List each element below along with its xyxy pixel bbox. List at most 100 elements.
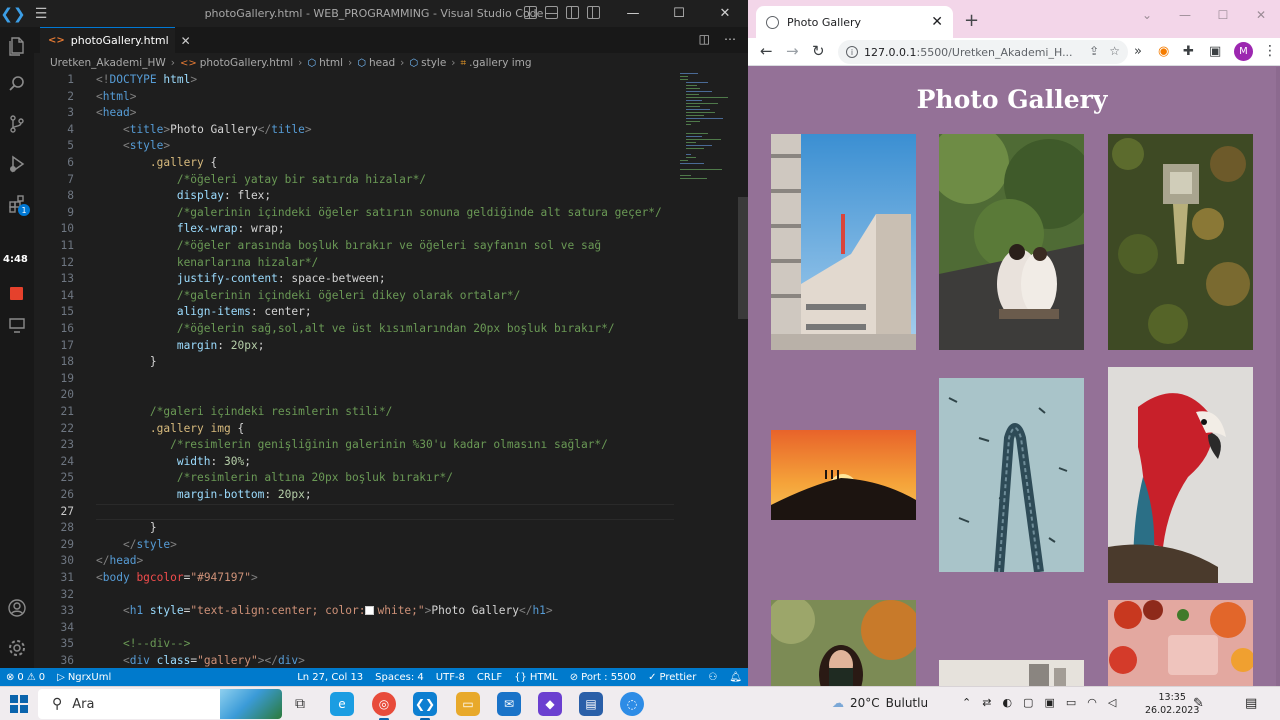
code-line[interactable]: 26 margin-bottom: 20px; bbox=[34, 487, 674, 504]
extensions-chevron-icon[interactable]: » bbox=[1134, 44, 1142, 59]
extensions-icon[interactable]: 1 bbox=[0, 189, 34, 219]
toggle-secondary-sidebar-icon[interactable] bbox=[566, 6, 579, 19]
vscode-taskbar-icon[interactable]: ❮❯ bbox=[413, 692, 437, 720]
close-window-button[interactable]: ✕ bbox=[702, 0, 748, 27]
code-line[interactable]: 28 } bbox=[34, 520, 674, 537]
browser-menu-kebab-icon[interactable]: ⋮ bbox=[1263, 43, 1277, 59]
remote-explorer-icon[interactable] bbox=[0, 310, 34, 340]
prettier-status[interactable]: ✓ Prettier bbox=[642, 672, 702, 683]
code-line[interactable]: 21 /*galeri içindeki resimlerin stili*/ bbox=[34, 404, 674, 421]
code-line[interactable]: 12 kenarlarına hizalar*/ bbox=[34, 255, 674, 272]
notifications-bell-icon[interactable]: 🔔︎ bbox=[723, 672, 748, 683]
mail-icon[interactable]: ✉ bbox=[497, 692, 521, 716]
toggle-sidebar-icon[interactable] bbox=[524, 6, 537, 19]
file-explorer-icon[interactable]: ▭ bbox=[456, 692, 480, 716]
share-icon[interactable]: ⇪ bbox=[1089, 44, 1099, 58]
minimize-button[interactable]: — bbox=[610, 0, 656, 27]
code-line[interactable]: 1 <!DOCTYPE html> bbox=[34, 73, 674, 89]
accounts-icon[interactable] bbox=[0, 593, 34, 623]
weather-widget[interactable]: ☁ 20°C Bulutlu bbox=[832, 696, 928, 710]
bookmark-star-icon[interactable]: ☆ bbox=[1109, 44, 1120, 58]
address-bar[interactable]: i 127.0.0.1:5500/Uretken_Akademi_H... ⇪ … bbox=[838, 40, 1128, 64]
code-line[interactable]: 17 margin: 20px; bbox=[34, 338, 674, 355]
breadcrumb-selector[interactable]: .gallery img bbox=[469, 57, 531, 69]
breadcrumb-file[interactable]: photoGallery.html bbox=[200, 57, 293, 69]
code-line[interactable]: 24 width: 30%; bbox=[34, 454, 674, 471]
code-line[interactable]: 33 <h1 style="text-align:center; color: w… bbox=[34, 603, 674, 620]
tab-photogallery-html[interactable]: <> photoGallery.html ✕ bbox=[40, 27, 191, 53]
breadcrumb-folder[interactable]: Uretken_Akademi_HW bbox=[50, 57, 166, 69]
cursor-position[interactable]: Ln 27, Col 13 bbox=[291, 672, 369, 683]
windows-start-icon[interactable] bbox=[10, 695, 28, 713]
code-line[interactable]: 7 /*öğeleri yatay bir satırda hizalar*/ bbox=[34, 172, 674, 189]
battery-icon[interactable]: ▭ bbox=[1066, 696, 1076, 709]
code-line[interactable]: 11 /*öğeler arasında boşluk bırakır ve ö… bbox=[34, 238, 674, 255]
code-line[interactable]: 20 bbox=[34, 387, 674, 404]
editor-scrollbar[interactable] bbox=[738, 73, 748, 668]
settings-gear-icon[interactable] bbox=[0, 633, 34, 663]
code-line[interactable]: 9 /*galerinin içindeki öğeler satırın so… bbox=[34, 205, 674, 222]
side-panel-icon[interactable]: ▣ bbox=[1209, 44, 1221, 59]
maximize-button[interactable]: ☐ bbox=[656, 0, 702, 27]
breadcrumb-html[interactable]: html bbox=[319, 57, 343, 69]
pen-icon[interactable]: ✎ bbox=[1193, 696, 1204, 711]
code-line[interactable]: 22 .gallery img { bbox=[34, 421, 674, 438]
code-line[interactable]: 31 <body bgcolor="#947197"> bbox=[34, 570, 674, 587]
breadcrumb-head[interactable]: head bbox=[369, 57, 395, 69]
code-line[interactable]: 3 <head> bbox=[34, 105, 674, 122]
code-line[interactable]: 2 <html> bbox=[34, 89, 674, 106]
code-line[interactable]: 30 </head> bbox=[34, 553, 674, 570]
site-info-icon[interactable]: i bbox=[846, 46, 858, 58]
chrome-browser-icon[interactable]: ◎ bbox=[372, 692, 396, 720]
code-line[interactable]: 15 align-items: center; bbox=[34, 304, 674, 321]
code-line[interactable]: 23 /*resimlerin genişliğinin galerinin %… bbox=[34, 437, 674, 454]
more-actions-icon[interactable]: ⋯ bbox=[724, 32, 736, 46]
browser-maximize-button[interactable]: ☐ bbox=[1204, 0, 1242, 30]
ime-icon[interactable]: ▢ bbox=[1023, 696, 1033, 709]
store-icon[interactable]: ▤ bbox=[579, 692, 603, 716]
code-line[interactable]: 25 /*resimlerin altına 20px boşluk bırak… bbox=[34, 470, 674, 487]
volume-icon[interactable]: ◁ bbox=[1108, 696, 1116, 709]
eol-status[interactable]: CRLF bbox=[471, 672, 508, 683]
code-editor[interactable]: 1 <!DOCTYPE html> 2 <html> 3 <head> 4 <title>P… bbox=[34, 73, 674, 668]
toggle-panel-icon[interactable] bbox=[545, 6, 558, 19]
tab-close-icon[interactable]: ✕ bbox=[181, 34, 191, 48]
wifi-icon[interactable]: ◠ bbox=[1087, 696, 1097, 709]
code-line[interactable]: 35 <!--div--> bbox=[34, 636, 674, 653]
show-hidden-icons-chevron-up-icon[interactable]: ⌃ bbox=[962, 696, 971, 709]
usb-icon[interactable]: ⇄ bbox=[982, 696, 991, 709]
minimap[interactable] bbox=[678, 73, 738, 193]
notification-center-icon[interactable]: ▤ bbox=[1245, 696, 1257, 711]
encoding-status[interactable]: UTF-8 bbox=[430, 672, 471, 683]
code-line[interactable]: 14 /*galerinin içindeki öğeleri dikey ol… bbox=[34, 288, 674, 305]
close-tab-icon[interactable]: ✕ bbox=[931, 14, 943, 30]
browser-close-button[interactable]: ✕ bbox=[1242, 0, 1280, 30]
code-line[interactable]: 5 <style> bbox=[34, 138, 674, 155]
code-line[interactable]: 4 <title>Photo Gallery</title> bbox=[34, 122, 674, 139]
new-tab-button[interactable]: + bbox=[964, 10, 979, 31]
ngrx-status[interactable]: ▷ NgrxUml bbox=[51, 672, 117, 683]
reload-icon[interactable]: ↻ bbox=[812, 42, 825, 60]
code-line[interactable]: 32 bbox=[34, 587, 674, 604]
edge-browser-icon[interactable]: e bbox=[330, 692, 354, 716]
feedback-icon[interactable]: ⚇ bbox=[702, 672, 723, 683]
language-mode[interactable]: {} HTML bbox=[508, 672, 564, 683]
search-icon[interactable] bbox=[0, 69, 34, 99]
hamburger-menu-icon[interactable]: ☰ bbox=[26, 6, 56, 22]
forward-arrow-icon[interactable]: → bbox=[786, 42, 799, 60]
problems-status[interactable]: ⊗ 0 ⚠ 0 bbox=[0, 672, 51, 683]
indentation-status[interactable]: Spaces: 4 bbox=[369, 672, 430, 683]
live-server-port[interactable]: ⊘ Port : 5500 bbox=[564, 672, 642, 683]
display-icon[interactable]: ▣ bbox=[1044, 696, 1054, 709]
browser-tab-photo-gallery[interactable]: Photo Gallery ✕ bbox=[756, 6, 953, 38]
stop-icon[interactable] bbox=[10, 287, 23, 300]
run-debug-icon[interactable] bbox=[0, 149, 34, 179]
taskbar-clock[interactable]: 13:35 26.02.2023 bbox=[1145, 691, 1199, 717]
browser-minimize-button[interactable]: — bbox=[1166, 0, 1204, 30]
profile-avatar[interactable]: M bbox=[1234, 42, 1253, 61]
security-icon[interactable]: ◐ bbox=[1002, 696, 1012, 709]
customize-layout-icon[interactable] bbox=[587, 6, 600, 19]
code-line[interactable]: 10 flex-wrap: wrap; bbox=[34, 221, 674, 238]
color-swatch-icon[interactable] bbox=[365, 606, 375, 616]
code-line[interactable]: 6 .gallery { bbox=[34, 155, 674, 172]
